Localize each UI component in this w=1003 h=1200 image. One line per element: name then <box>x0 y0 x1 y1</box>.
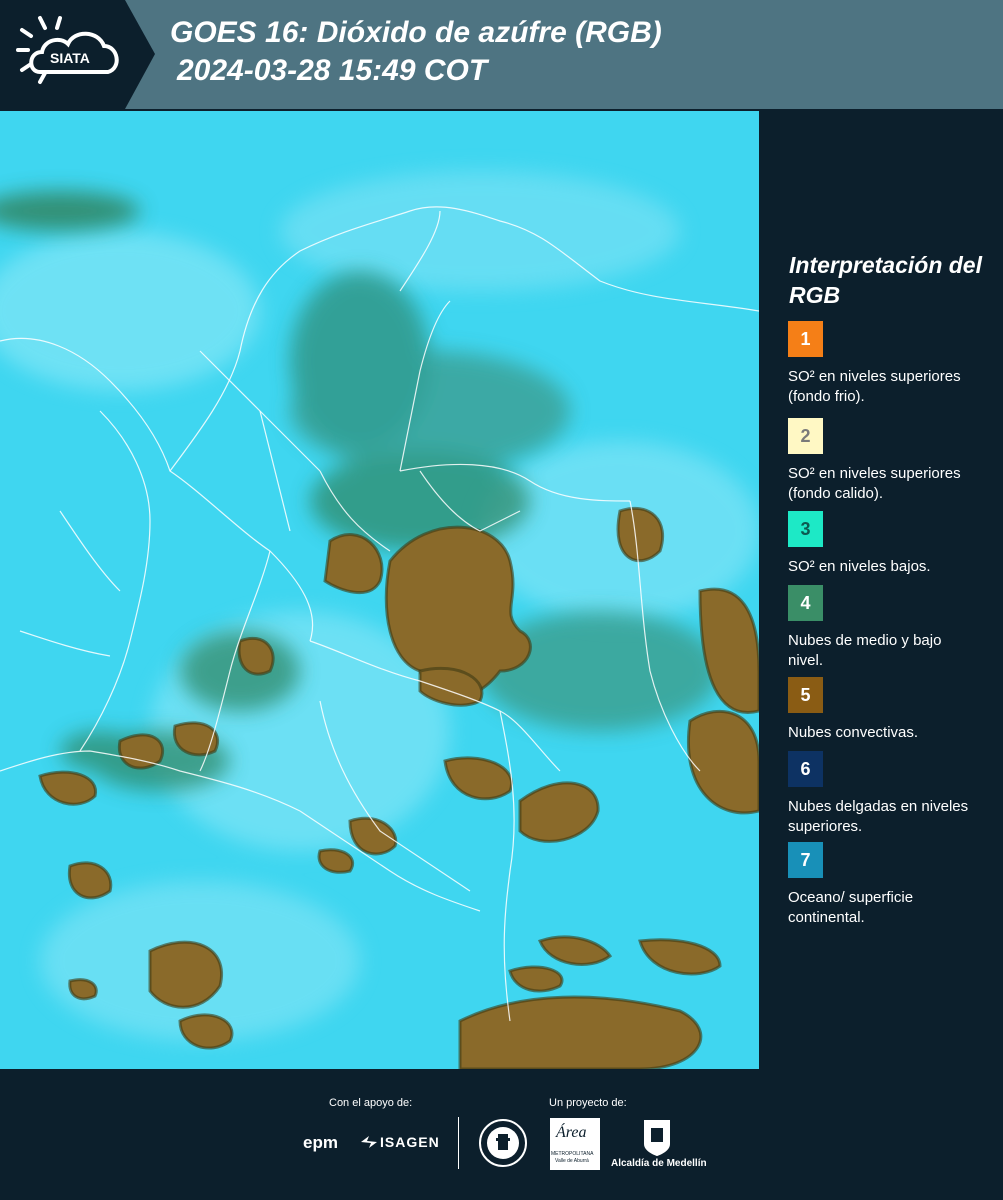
legend-item-1: 1 SO² en niveles superiores (fondo frio)… <box>788 321 988 407</box>
project-label: Un proyecto de: <box>549 1097 627 1109</box>
area-logo-sub1: METROPOLITANA <box>551 1151 594 1157</box>
siata-logo: SIATA <box>0 0 155 109</box>
legend-text-7: Oceano/ superficie continental. <box>788 889 914 926</box>
legend-item-6: 6 Nubes delgadas en niveles superiores. <box>788 751 988 837</box>
legend-swatch-7: 7 <box>788 842 823 878</box>
epm-logo: epm <box>303 1133 338 1152</box>
satellite-map <box>0 111 759 1069</box>
legend-text-3: SO² en niveles bajos. <box>788 558 931 575</box>
legend-item-2: 2 SO² en niveles superiores (fondo calid… <box>788 418 988 504</box>
legend-text-1: SO² en niveles superiores (fondo frio). <box>788 368 961 405</box>
legend-swatch-6: 6 <box>788 751 823 787</box>
legend-swatch-3: 3 <box>788 511 823 547</box>
header: SIATA GOES 16: Dióxido de azúfre (RGB) 2… <box>0 0 1003 109</box>
legend-text-4: Nubes de medio y bajo nivel. <box>788 632 942 669</box>
alcaldia-label: Alcaldía de Medellín <box>611 1158 707 1169</box>
legend-text-6: Nubes delgadas en niveles superiores. <box>788 798 969 835</box>
legend-item-5: 5 Nubes convectivas. <box>788 677 988 743</box>
legend-item-3: 3 SO² en niveles bajos. <box>788 511 988 577</box>
footer-divider <box>458 1117 459 1169</box>
isagen-icon <box>361 1134 377 1155</box>
page-title: GOES 16: Dióxido de azúfre (RGB) <box>170 16 662 49</box>
alcaldia-shield-icon <box>642 1118 672 1163</box>
legend-swatch-2: 2 <box>788 418 823 454</box>
area-logo-text: Área <box>556 1124 587 1141</box>
footer: Con el apoyo de: Un proyecto de: epm ISA… <box>0 1070 1003 1200</box>
legend-item-7: 7 Oceano/ superficie continental. <box>788 842 988 928</box>
legend-swatch-4: 4 <box>788 585 823 621</box>
area-logo-sub2: Valle de Aburrá <box>555 1158 589 1164</box>
legend-swatch-1: 1 <box>788 321 823 357</box>
legend-item-4: 4 Nubes de medio y bajo nivel. <box>788 585 988 671</box>
satellite-rgb-map-image <box>0 111 759 1069</box>
timestamp: 2024-03-28 15:49 COT <box>177 54 488 87</box>
siata-logo-text: SIATA <box>50 50 90 66</box>
support-label: Con el apoyo de: <box>329 1097 413 1109</box>
legend-title: Interpretación del RGB <box>789 252 982 308</box>
area-metropolitana-logo: Área METROPOLITANA Valle de Aburrá <box>550 1118 600 1170</box>
legend-swatch-5: 5 <box>788 677 823 713</box>
isagen-logo: ISAGEN <box>380 1134 440 1150</box>
legend-text-2: SO² en niveles superiores (fondo calido)… <box>788 465 961 502</box>
legend-panel: Interpretación del RGB 1 SO² en niveles … <box>760 111 1003 1069</box>
legend-text-5: Nubes convectivas. <box>788 724 919 741</box>
medellin-seal-icon <box>478 1118 528 1173</box>
